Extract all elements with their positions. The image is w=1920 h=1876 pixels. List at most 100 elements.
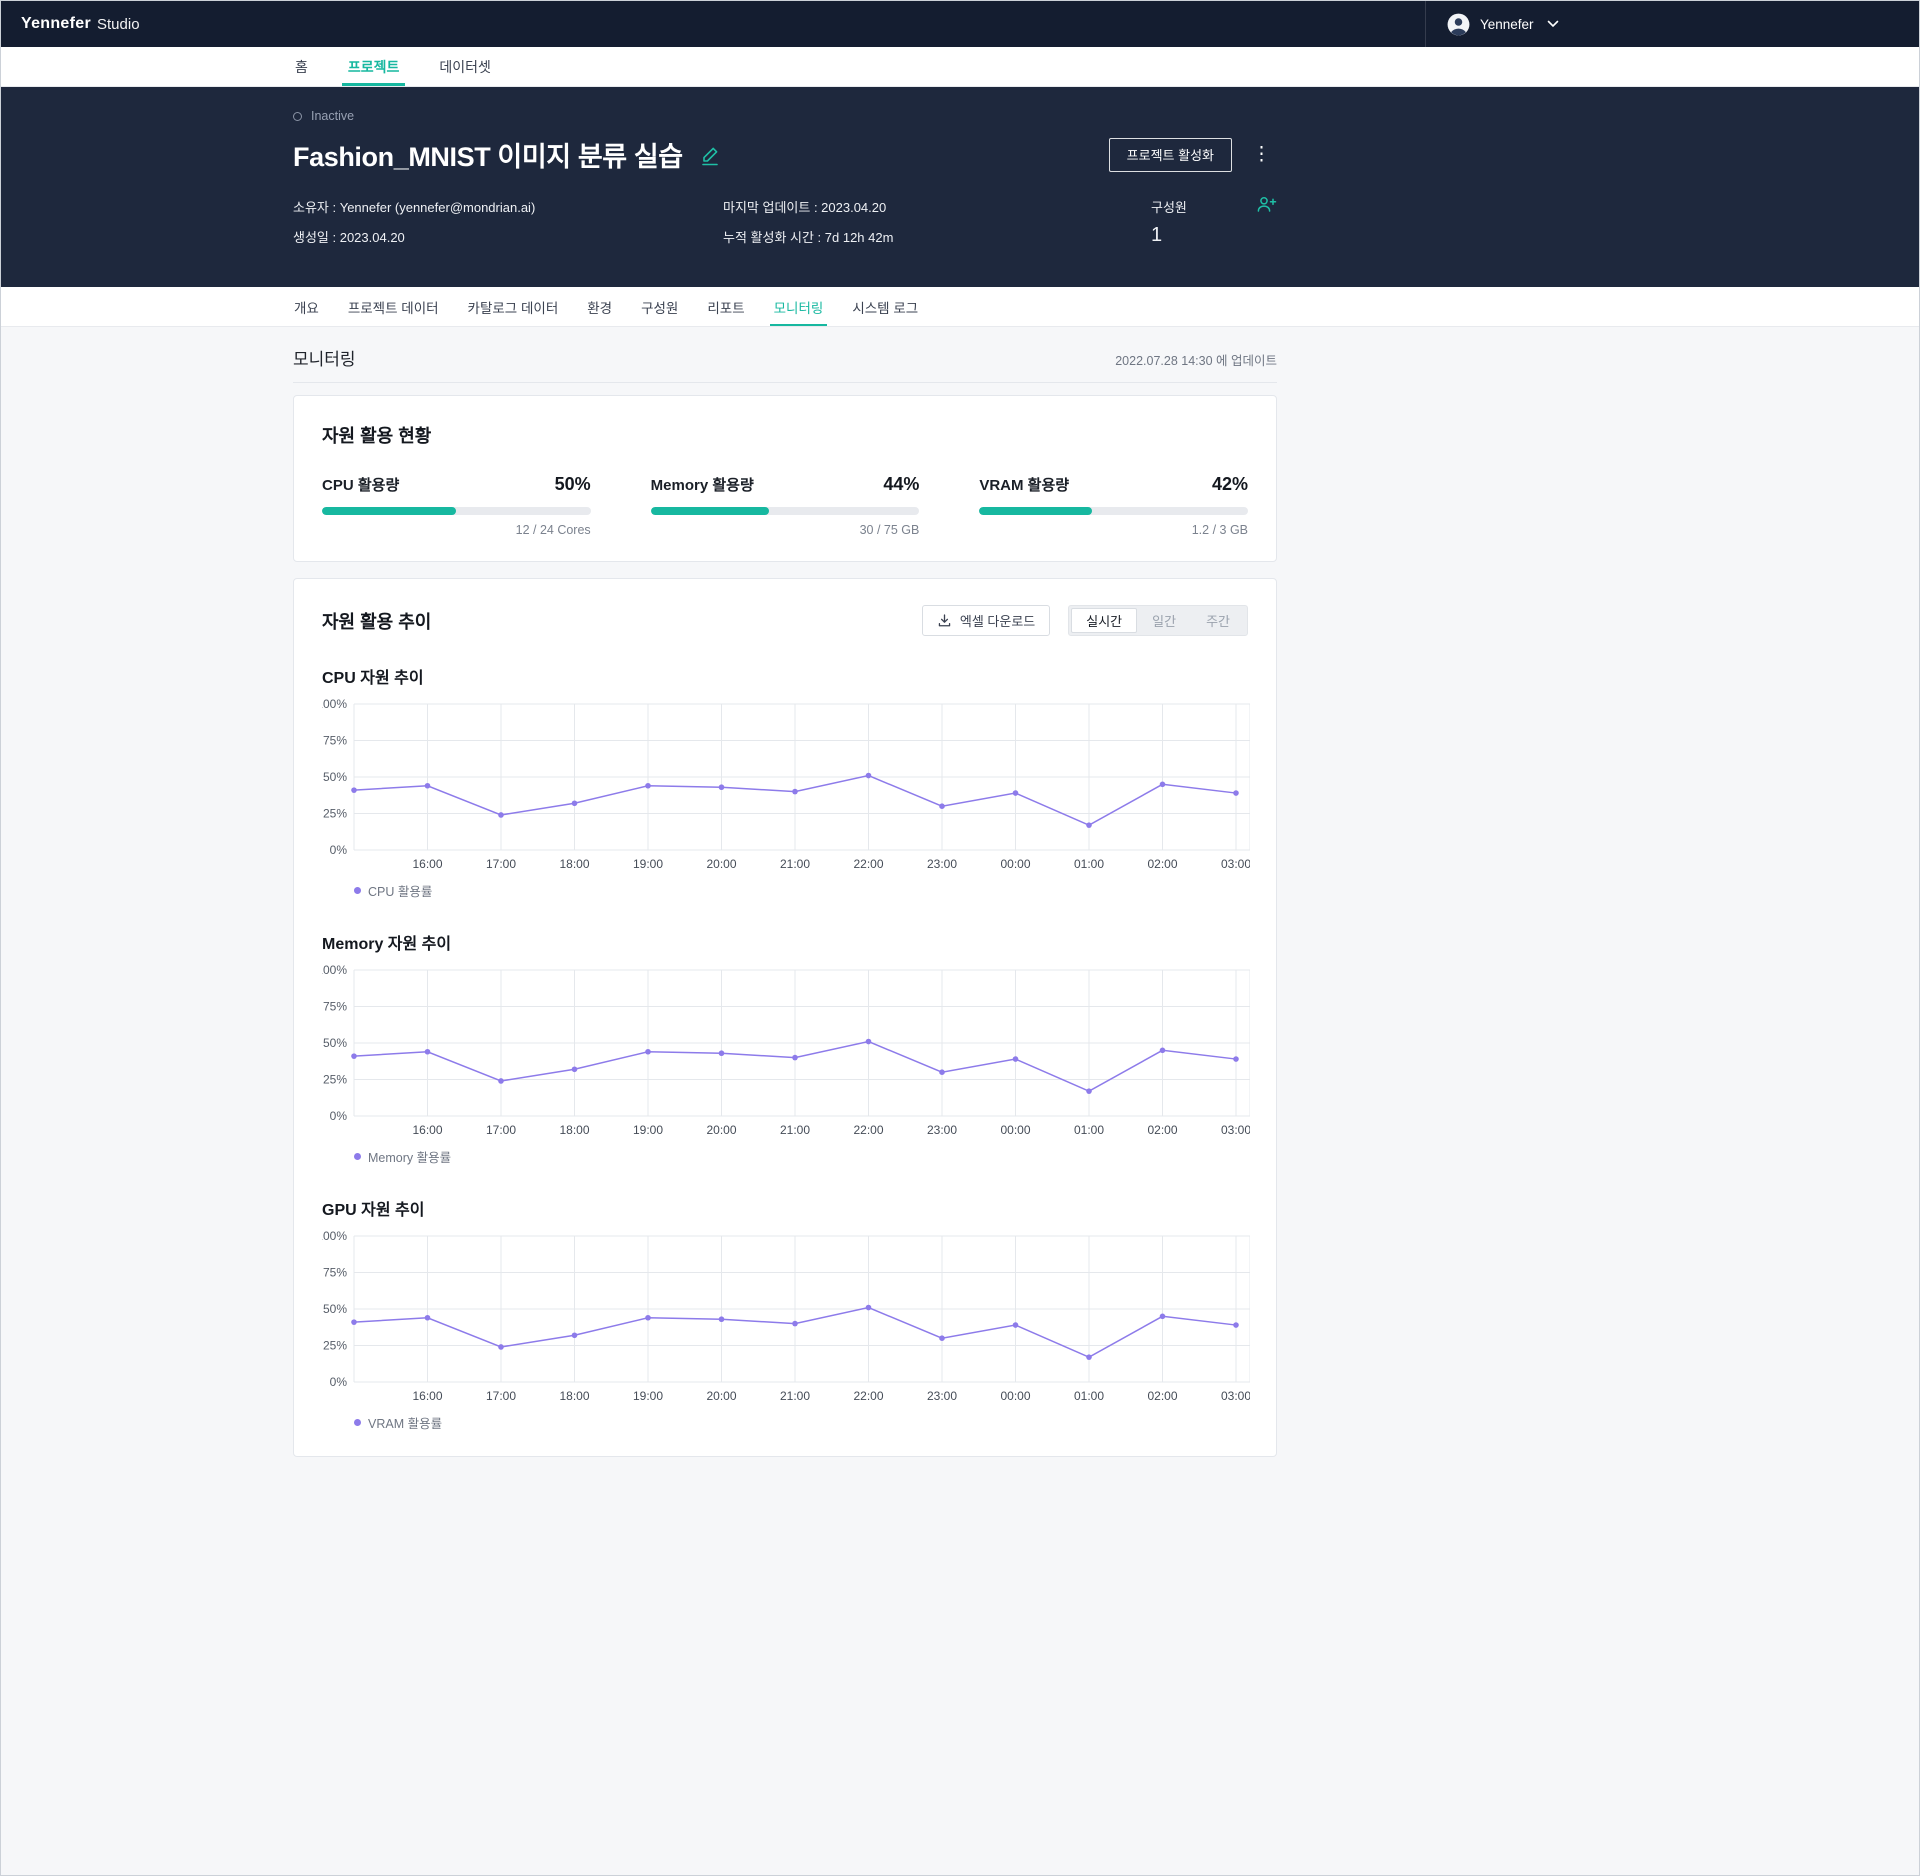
svg-text:20:00: 20:00: [706, 1123, 736, 1137]
status-label: Inactive: [311, 109, 354, 123]
tab-members[interactable]: 구성원: [640, 287, 679, 326]
svg-text:18:00: 18:00: [559, 857, 589, 871]
usage-percent: 44%: [883, 474, 919, 495]
project-hero: Inactive Fashion_MNIST 이미지 분류 실습 프로젝트 활성…: [1, 87, 1919, 287]
kebab-menu-button[interactable]: ⋮: [1246, 141, 1277, 168]
download-label: 엑셀 다운로드: [960, 611, 1035, 630]
usage-item-cpu: CPU 활용량 50% 12 / 24 Cores: [322, 474, 591, 537]
line-chart: 0%25%50%75%100%16:0017:0018:0019:0020:00…: [322, 964, 1250, 1140]
nav-tab-projects[interactable]: 프로젝트: [346, 47, 402, 86]
trend-card-title: 자원 활용 추이: [322, 608, 431, 634]
svg-text:17:00: 17:00: [486, 1123, 516, 1137]
person-add-icon: [1256, 195, 1277, 213]
svg-text:03:00: 03:00: [1221, 1389, 1250, 1403]
line-chart: 0%25%50%75%100%16:0017:0018:0019:0020:00…: [322, 698, 1250, 874]
svg-text:25%: 25%: [323, 1073, 347, 1087]
activate-project-button[interactable]: 프로젝트 활성화: [1109, 138, 1232, 172]
svg-text:00:00: 00:00: [1000, 1123, 1030, 1137]
usage-item-memory: Memory 활용량 44% 30 / 75 GB: [651, 474, 920, 537]
tab-project-data[interactable]: 프로젝트 데이터: [347, 287, 440, 326]
updated-timestamp: 2022.07.28 14:30 에 업데이트: [1115, 350, 1277, 369]
svg-text:01:00: 01:00: [1074, 857, 1104, 871]
svg-text:0%: 0%: [330, 1109, 348, 1123]
tab-reports[interactable]: 리포트: [706, 287, 745, 326]
topbar: Yennefer Studio Yennefer: [1, 1, 1919, 47]
add-member-button[interactable]: [1256, 195, 1277, 213]
svg-text:22:00: 22:00: [853, 857, 883, 871]
chart-legend: Memory 활용률: [354, 1147, 1248, 1166]
range-daily[interactable]: 일간: [1137, 608, 1191, 633]
edit-title-button[interactable]: [699, 144, 721, 166]
progress-fill: [322, 507, 456, 515]
svg-text:20:00: 20:00: [706, 857, 736, 871]
edit-pencil-icon: [699, 144, 721, 166]
active-time-text: 누적 활성화 시간 : 7d 12h 42m: [723, 227, 1147, 246]
download-icon: [937, 613, 952, 628]
svg-text:75%: 75%: [323, 734, 347, 748]
avatar-icon: [1446, 12, 1471, 37]
cpu-trend-section: CPU 자원 추이 0%25%50%75%100%16:0017:0018:00…: [322, 664, 1248, 900]
user-menu[interactable]: Yennefer: [1425, 1, 1569, 47]
svg-text:75%: 75%: [323, 1000, 347, 1014]
svg-text:75%: 75%: [323, 1266, 347, 1280]
svg-text:00:00: 00:00: [1000, 857, 1030, 871]
excel-download-button[interactable]: 엑셀 다운로드: [922, 605, 1050, 636]
range-toggle: 실시간 일간 주간: [1068, 605, 1248, 636]
progress-track: [979, 507, 1248, 515]
nav-tab-home[interactable]: 홈: [293, 47, 310, 86]
memory-line-chart: 0%25%50%75%100%16:0017:0018:0019:0020:00…: [322, 964, 1248, 1145]
monitoring-title: 모니터링: [293, 345, 356, 370]
monitoring-content: 모니터링 2022.07.28 14:30 에 업데이트 자원 활용 현황 CP…: [1, 327, 1919, 1876]
svg-text:03:00: 03:00: [1221, 1123, 1250, 1137]
svg-text:22:00: 22:00: [853, 1389, 883, 1403]
usage-label: Memory 활용량: [651, 474, 754, 495]
cpu-line-chart: 0%25%50%75%100%16:0017:0018:0019:0020:00…: [322, 698, 1248, 879]
svg-text:22:00: 22:00: [853, 1123, 883, 1137]
tab-overview[interactable]: 개요: [293, 287, 320, 326]
usage-percent: 50%: [555, 474, 591, 495]
svg-text:01:00: 01:00: [1074, 1389, 1104, 1403]
usage-percent: 42%: [1212, 474, 1248, 495]
svg-text:20:00: 20:00: [706, 1389, 736, 1403]
svg-text:50%: 50%: [323, 1302, 347, 1316]
legend-dot: [354, 887, 361, 894]
usage-item-vram: VRAM 활용량 42% 1.2 / 3 GB: [979, 474, 1248, 537]
nav-tab-datasets[interactable]: 데이터셋: [437, 47, 493, 86]
page-title: Fashion_MNIST 이미지 분류 실습: [293, 135, 683, 174]
tab-environment[interactable]: 환경: [586, 287, 613, 326]
svg-text:100%: 100%: [322, 964, 347, 977]
memory-trend-section: Memory 자원 추이 0%25%50%75%100%16:0017:0018…: [322, 930, 1248, 1166]
members-summary: 구성원 1: [1151, 197, 1277, 247]
gpu-line-chart: 0%25%50%75%100%16:0017:0018:0019:0020:00…: [322, 1230, 1248, 1411]
range-weekly[interactable]: 주간: [1191, 608, 1245, 633]
svg-text:16:00: 16:00: [412, 1123, 442, 1137]
project-tabs: 개요 프로젝트 데이터 카탈로그 데이터 환경 구성원 리포트 모니터링 시스템…: [1, 287, 1919, 327]
tab-monitoring[interactable]: 모니터링: [773, 287, 825, 326]
usage-detail: 12 / 24 Cores: [322, 523, 591, 537]
usage-detail: 1.2 / 3 GB: [979, 523, 1248, 537]
range-realtime[interactable]: 실시간: [1071, 608, 1137, 633]
legend-dot: [354, 1153, 361, 1160]
svg-text:25%: 25%: [323, 1339, 347, 1353]
line-chart: 0%25%50%75%100%16:0017:0018:0019:0020:00…: [322, 1230, 1250, 1406]
svg-text:17:00: 17:00: [486, 857, 516, 871]
status-badge: Inactive: [293, 109, 1277, 123]
svg-text:0%: 0%: [330, 1375, 348, 1389]
gpu-trend-section: GPU 자원 추이 0%25%50%75%100%16:0017:0018:00…: [322, 1196, 1248, 1432]
tab-catalog-data[interactable]: 카탈로그 데이터: [467, 287, 560, 326]
svg-text:50%: 50%: [323, 1036, 347, 1050]
svg-text:19:00: 19:00: [633, 1389, 663, 1403]
svg-text:19:00: 19:00: [633, 1123, 663, 1137]
svg-text:01:00: 01:00: [1074, 1123, 1104, 1137]
chart-legend: VRAM 활용률: [354, 1413, 1248, 1432]
chevron-down-icon: [1547, 20, 1559, 28]
brand-primary: Yennefer: [21, 15, 91, 33]
tab-system-logs[interactable]: 시스템 로그: [851, 287, 919, 326]
svg-text:23:00: 23:00: [927, 1389, 957, 1403]
progress-fill: [651, 507, 769, 515]
svg-text:100%: 100%: [322, 698, 347, 711]
usage-label: VRAM 활용량: [979, 474, 1069, 495]
section-divider: [293, 382, 1277, 383]
brand-logo: Yennefer Studio: [21, 1, 140, 47]
brand-secondary: Studio: [97, 16, 140, 33]
